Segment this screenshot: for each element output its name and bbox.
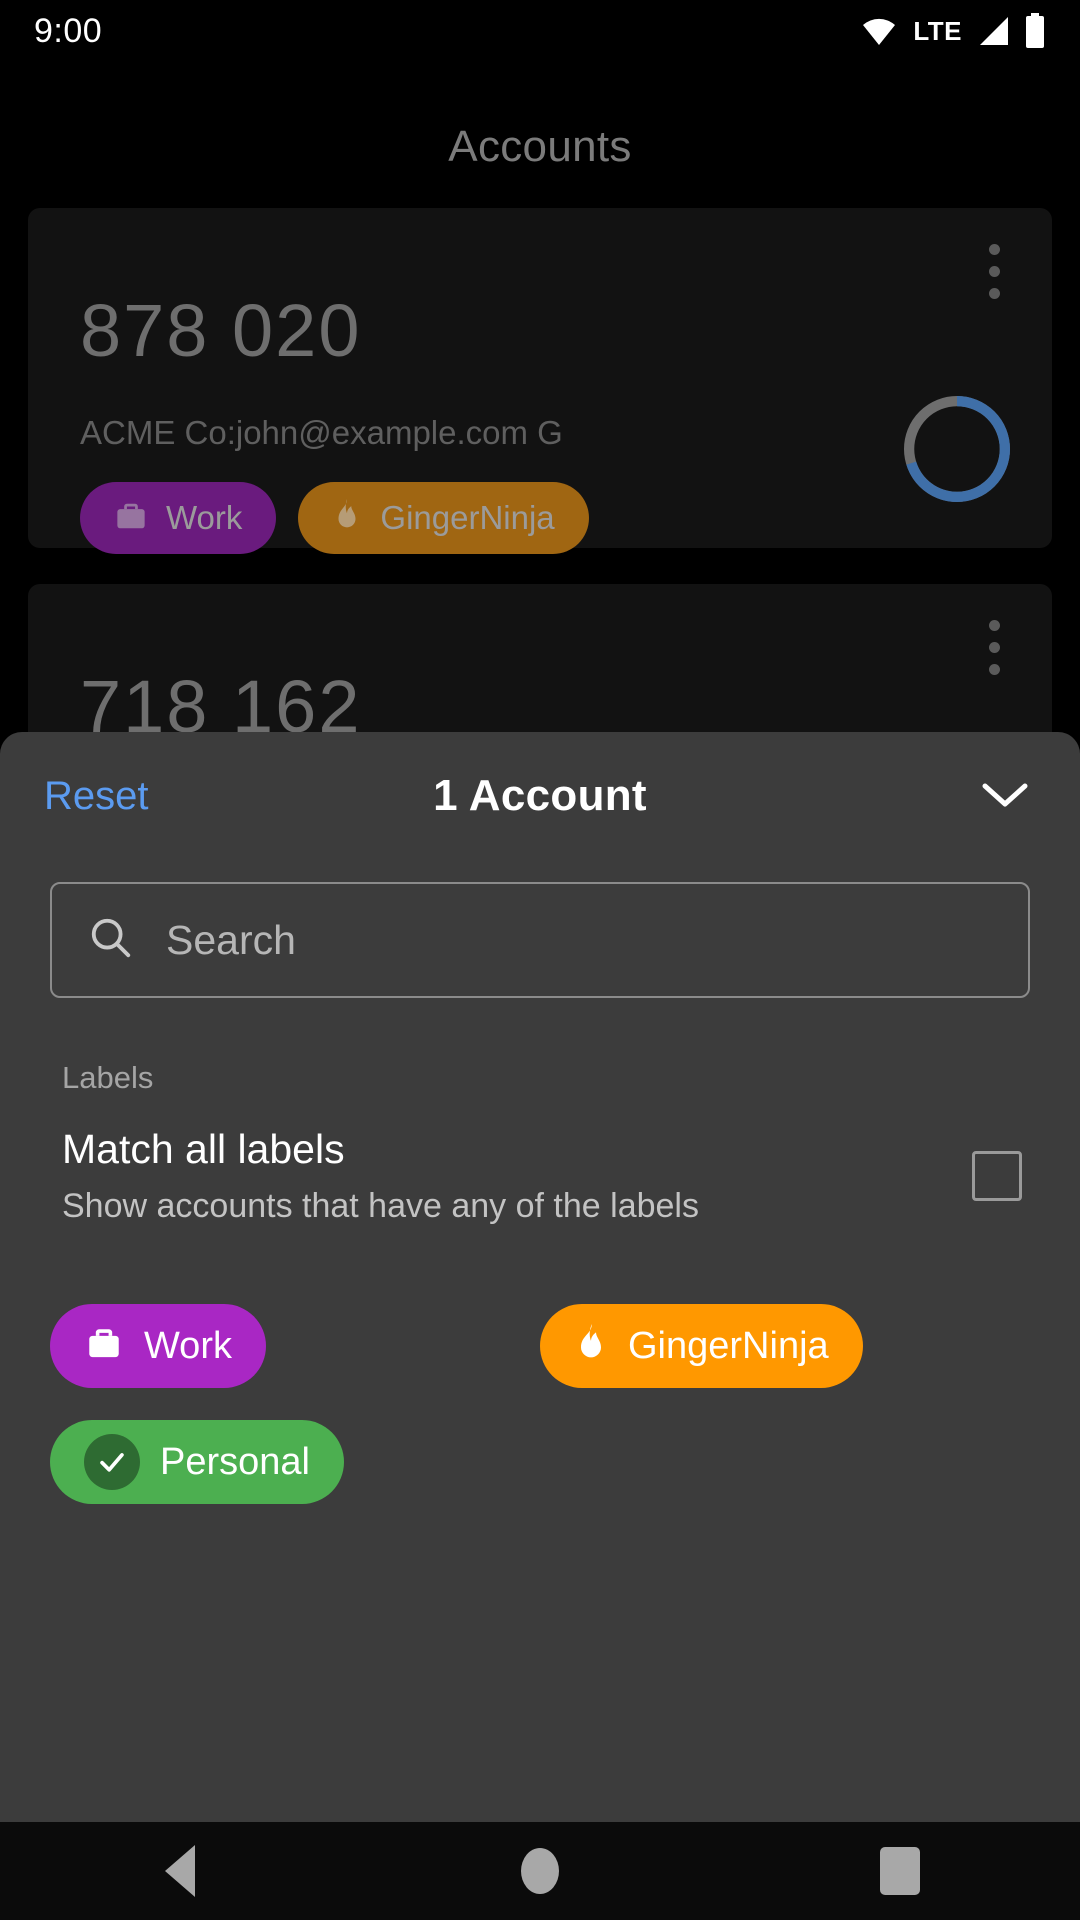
match-all-checkbox[interactable] [972,1151,1022,1201]
label-chip-text: Personal [160,1440,310,1483]
filter-bottom-sheet: Reset 1 Account Search Labels Match all … [0,732,1080,1822]
countdown-ring [903,395,1011,503]
sheet-title: 1 Account [433,771,647,820]
home-button[interactable] [450,1822,630,1920]
battery-icon [1024,13,1046,49]
match-all-subtitle: Show accounts that have any of the label… [62,1187,699,1225]
overflow-menu-icon[interactable] [989,244,1000,299]
flame-icon [574,1323,608,1369]
label-chip-work[interactable]: Work [50,1304,266,1388]
sheet-header: Reset 1 Account [0,732,1080,860]
account-card[interactable]: 878 020 ACME Co:john@example.com G Work … [28,208,1052,554]
match-all-texts: Match all labels Show accounts that have… [62,1126,699,1226]
status-time: 9:00 [34,11,103,50]
android-nav-bar [0,1822,1080,1920]
chip-label: Work [166,499,243,536]
match-all-title: Match all labels [62,1126,345,1172]
lte-label: LTE [913,15,962,46]
match-all-labels-row[interactable]: Match all labels Show accounts that have… [62,1126,1022,1226]
reset-button[interactable]: Reset [44,774,149,819]
check-icon [84,1434,140,1490]
briefcase-icon [114,501,148,536]
label-chip-text: GingerNinja [628,1324,829,1367]
labels-section-heading: Labels [62,1060,154,1095]
recents-button[interactable] [810,1822,990,1920]
status-bar: 9:00 LTE [0,0,1080,62]
wifi-icon [859,15,899,47]
account-subtitle: ACME Co:john@example.com G [80,414,563,451]
otp-code[interactable]: 878 020 [80,294,1008,368]
account-label-chip[interactable]: Work [80,482,277,554]
account-label-chips: Work GingerNinja [80,482,1008,554]
label-chip-text: Work [144,1324,232,1367]
briefcase-icon [84,1326,124,1367]
search-input[interactable]: Search [50,882,1030,998]
chip-label: GingerNinja [380,499,555,536]
back-button[interactable] [90,1822,270,1920]
search-icon [88,915,134,966]
label-filter-chips: Work GingerNinja Personal [50,1304,1030,1504]
chevron-down-icon[interactable] [982,782,1028,810]
label-chip-slot: Personal [50,1420,540,1504]
status-icon-group: LTE [859,13,1046,49]
label-chip-slot: GingerNinja [540,1304,1030,1388]
screen-root: 9:00 LTE Accounts 878 020 ACME Co:john@e… [0,0,1080,1920]
flame-icon [332,498,362,538]
label-chip-gingerninja[interactable]: GingerNinja [540,1304,863,1388]
label-chip-slot: Work [50,1304,540,1388]
account-label-chip[interactable]: GingerNinja [298,482,589,554]
search-placeholder: Search [166,916,296,963]
label-chip-personal[interactable]: Personal [50,1420,344,1504]
overflow-menu-icon[interactable] [989,620,1000,675]
signal-icon [976,15,1010,47]
page-title: Accounts [448,122,632,171]
